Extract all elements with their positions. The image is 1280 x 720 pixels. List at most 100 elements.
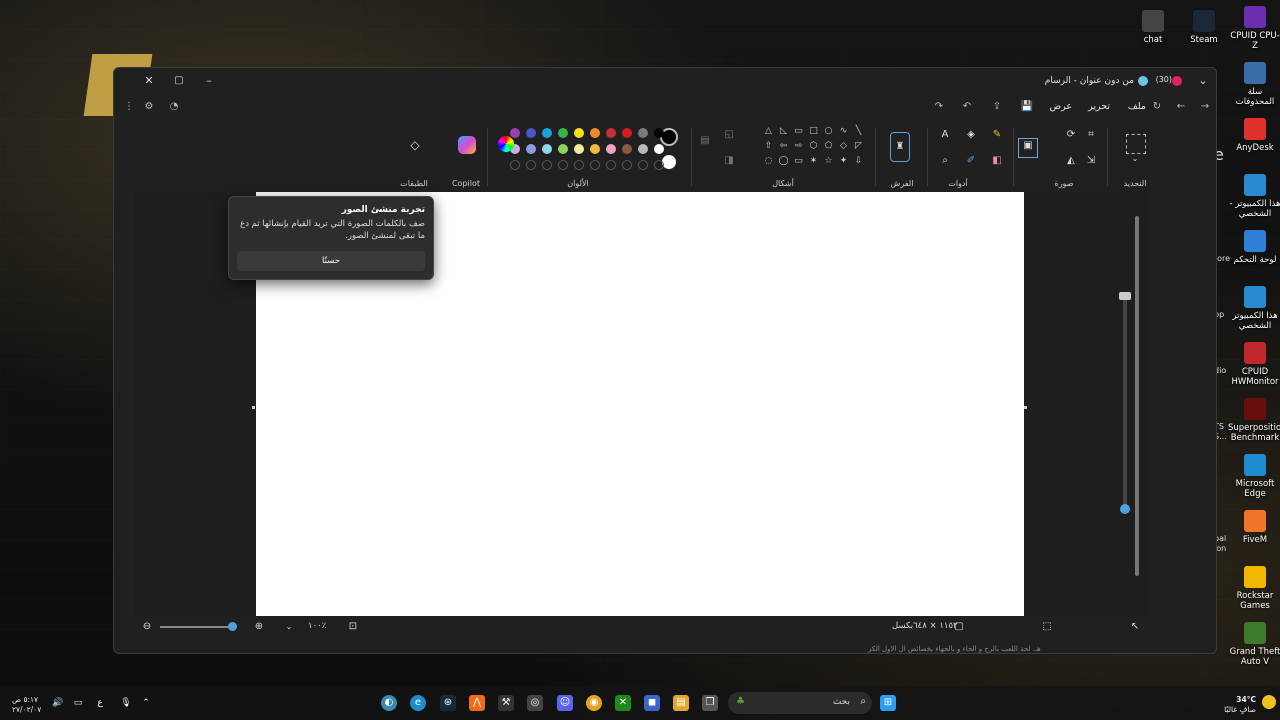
menu-edit[interactable]: تحرير: [1088, 101, 1110, 112]
file-explorer-icon[interactable]: ▤: [673, 695, 689, 711]
xbox-icon[interactable]: ✕: [615, 695, 631, 711]
game-launcher-icon[interactable]: ◎: [527, 695, 543, 711]
color-swatch[interactable]: [574, 128, 584, 138]
desktop-icon[interactable]: FiveM: [1228, 510, 1280, 545]
chrome-icon[interactable]: ◉: [586, 695, 602, 711]
input-language[interactable]: ع: [92, 695, 108, 711]
more-options-icon[interactable]: ⋮: [122, 100, 136, 114]
shape-arrow-down-icon[interactable]: ⇩: [853, 156, 864, 167]
discord-icon[interactable]: ☺: [557, 695, 573, 711]
settings-gear-icon[interactable]: ⚙: [142, 100, 156, 114]
desktop-icon[interactable]: AnyDesk: [1228, 118, 1280, 153]
fivem-taskbar-icon[interactable]: ⋀: [469, 695, 485, 711]
shape-curve-icon[interactable]: ∿: [838, 126, 849, 137]
empty-color-slot[interactable]: [606, 160, 616, 170]
pencil-icon[interactable]: ✎: [990, 128, 1004, 142]
desktop-icon[interactable]: Steam: [1177, 10, 1231, 45]
color-swatch[interactable]: [526, 144, 536, 154]
clock-date[interactable]: ٢٧/٠٢/٠٧: [12, 705, 41, 714]
shape-star4-icon[interactable]: ✦: [838, 156, 849, 167]
steam-taskbar-icon[interactable]: ⊛: [440, 695, 456, 711]
taskbar-search[interactable]: ⌕ بحث ♣: [728, 692, 872, 714]
shape-arrow-right-icon[interactable]: ⇨: [793, 141, 804, 152]
desktop-icon[interactable]: لوحة التحكم: [1228, 230, 1280, 265]
title-bar[interactable]: ✕ ▢ – من دون عنوان - الرسام (30) ⌄: [114, 68, 1216, 96]
copilot-icon[interactable]: [458, 136, 476, 154]
eraser-icon[interactable]: ◧: [990, 154, 1004, 168]
shape-triangle-icon[interactable]: △: [763, 126, 774, 137]
empty-color-slot[interactable]: [510, 160, 520, 170]
shape-diamond-icon[interactable]: ◇: [838, 141, 849, 152]
shape-right-triangle-icon[interactable]: ◸: [853, 141, 864, 152]
empty-color-slot[interactable]: [526, 160, 536, 170]
menu-file[interactable]: ملف: [1128, 101, 1146, 112]
empty-color-slot[interactable]: [590, 160, 600, 170]
account-icon[interactable]: ◔: [167, 100, 181, 114]
fit-to-window-icon[interactable]: ⊡: [346, 620, 360, 634]
close-icon[interactable]: ✕: [142, 74, 156, 88]
undo-icon[interactable]: ↶: [960, 100, 974, 114]
color-swatch[interactable]: [590, 144, 600, 154]
save-icon[interactable]: 💾: [1020, 100, 1034, 114]
chevron-down-icon[interactable]: ⌄: [282, 620, 296, 634]
task-view-icon[interactable]: ❐: [702, 695, 718, 711]
desktop-icon[interactable]: Superposition Benchmark: [1228, 398, 1280, 443]
back-arrow-icon[interactable]: ←: [1174, 100, 1188, 114]
rail-top-handle[interactable]: [1119, 292, 1131, 300]
color-swatch[interactable]: [606, 144, 616, 154]
popup-ok-button[interactable]: حسنًا: [237, 251, 425, 271]
shape-style-icon[interactable]: ▤: [698, 134, 712, 148]
shape-line-icon[interactable]: ╲: [853, 126, 864, 137]
desktop-icon[interactable]: هذا الكمبيوتر - الشخصي: [1228, 174, 1280, 219]
rail-slider-thumb[interactable]: [1120, 504, 1130, 514]
desktop-icon[interactable]: chat: [1126, 10, 1180, 45]
desktop-icon[interactable]: سلة المحذوفات: [1228, 62, 1280, 107]
color-swatch[interactable]: [510, 128, 520, 138]
color-swatch[interactable]: [574, 144, 584, 154]
edge-taskbar-icon[interactable]: e: [410, 695, 426, 711]
empty-color-slot[interactable]: [638, 160, 648, 170]
weather-sun-icon[interactable]: [1262, 695, 1276, 709]
chevron-down-icon[interactable]: ⌄: [1196, 74, 1210, 88]
redo-icon[interactable]: ↷: [932, 100, 946, 114]
clock-time[interactable]: ٥:١٧ ص: [12, 695, 38, 704]
desktop-icon[interactable]: CPUID HWMonitor: [1228, 342, 1280, 387]
image-select-icon[interactable]: ▣: [1018, 138, 1038, 158]
chevron-down-icon[interactable]: ⌄: [1128, 152, 1142, 166]
desktop-icon[interactable]: CPUID CPU-Z: [1228, 6, 1280, 51]
menu-view[interactable]: عرض: [1050, 101, 1072, 112]
selection-icon[interactable]: [1126, 134, 1146, 154]
shape-arrow-up-icon[interactable]: ⇧: [763, 141, 774, 152]
fill-bucket-icon[interactable]: ◈: [964, 128, 978, 142]
crop-icon[interactable]: ⌗: [1084, 128, 1098, 142]
color-swatch[interactable]: [654, 144, 664, 154]
color-swatch[interactable]: [558, 128, 568, 138]
resize-icon[interactable]: ⇲: [1084, 154, 1098, 168]
shape-pentagon-icon[interactable]: ⬠: [823, 141, 834, 152]
speaker-icon[interactable]: 🔊: [50, 695, 66, 711]
resize-handle[interactable]: [1024, 406, 1027, 409]
empty-color-slot[interactable]: [574, 160, 584, 170]
vertical-scrollbar[interactable]: [1134, 192, 1140, 616]
shape-rounded-rect-icon[interactable]: ▭: [793, 126, 804, 137]
paint-taskbar-icon[interactable]: ◐: [381, 695, 397, 711]
scrollbar-thumb[interactable]: [1135, 216, 1139, 576]
flip-icon[interactable]: ◭: [1064, 154, 1078, 168]
refresh-icon[interactable]: ↻: [1150, 100, 1164, 114]
desktop-icon[interactable]: Rockstar Games: [1228, 566, 1280, 611]
color-swatch[interactable]: [638, 128, 648, 138]
color-swatch[interactable]: [638, 144, 648, 154]
outline-icon[interactable]: ◱: [722, 128, 736, 142]
layers-icon[interactable]: ◇: [408, 138, 422, 152]
zoom-slider-track[interactable]: [160, 626, 236, 628]
fill-icon[interactable]: ◨: [722, 154, 736, 168]
color-swatch[interactable]: [654, 128, 664, 138]
shape-callout-oval-icon[interactable]: ◯: [778, 156, 789, 167]
desktop-icon[interactable]: Grand Theft Auto V: [1228, 622, 1280, 667]
maximize-icon[interactable]: ▢: [172, 74, 186, 88]
color-swatch[interactable]: [542, 144, 552, 154]
color-swatch[interactable]: [590, 128, 600, 138]
desktop-icon[interactable]: Microsoft Edge: [1228, 454, 1280, 499]
zoom-slider-thumb[interactable]: [228, 622, 237, 631]
zoom-in-icon[interactable]: ⊕: [252, 620, 266, 634]
